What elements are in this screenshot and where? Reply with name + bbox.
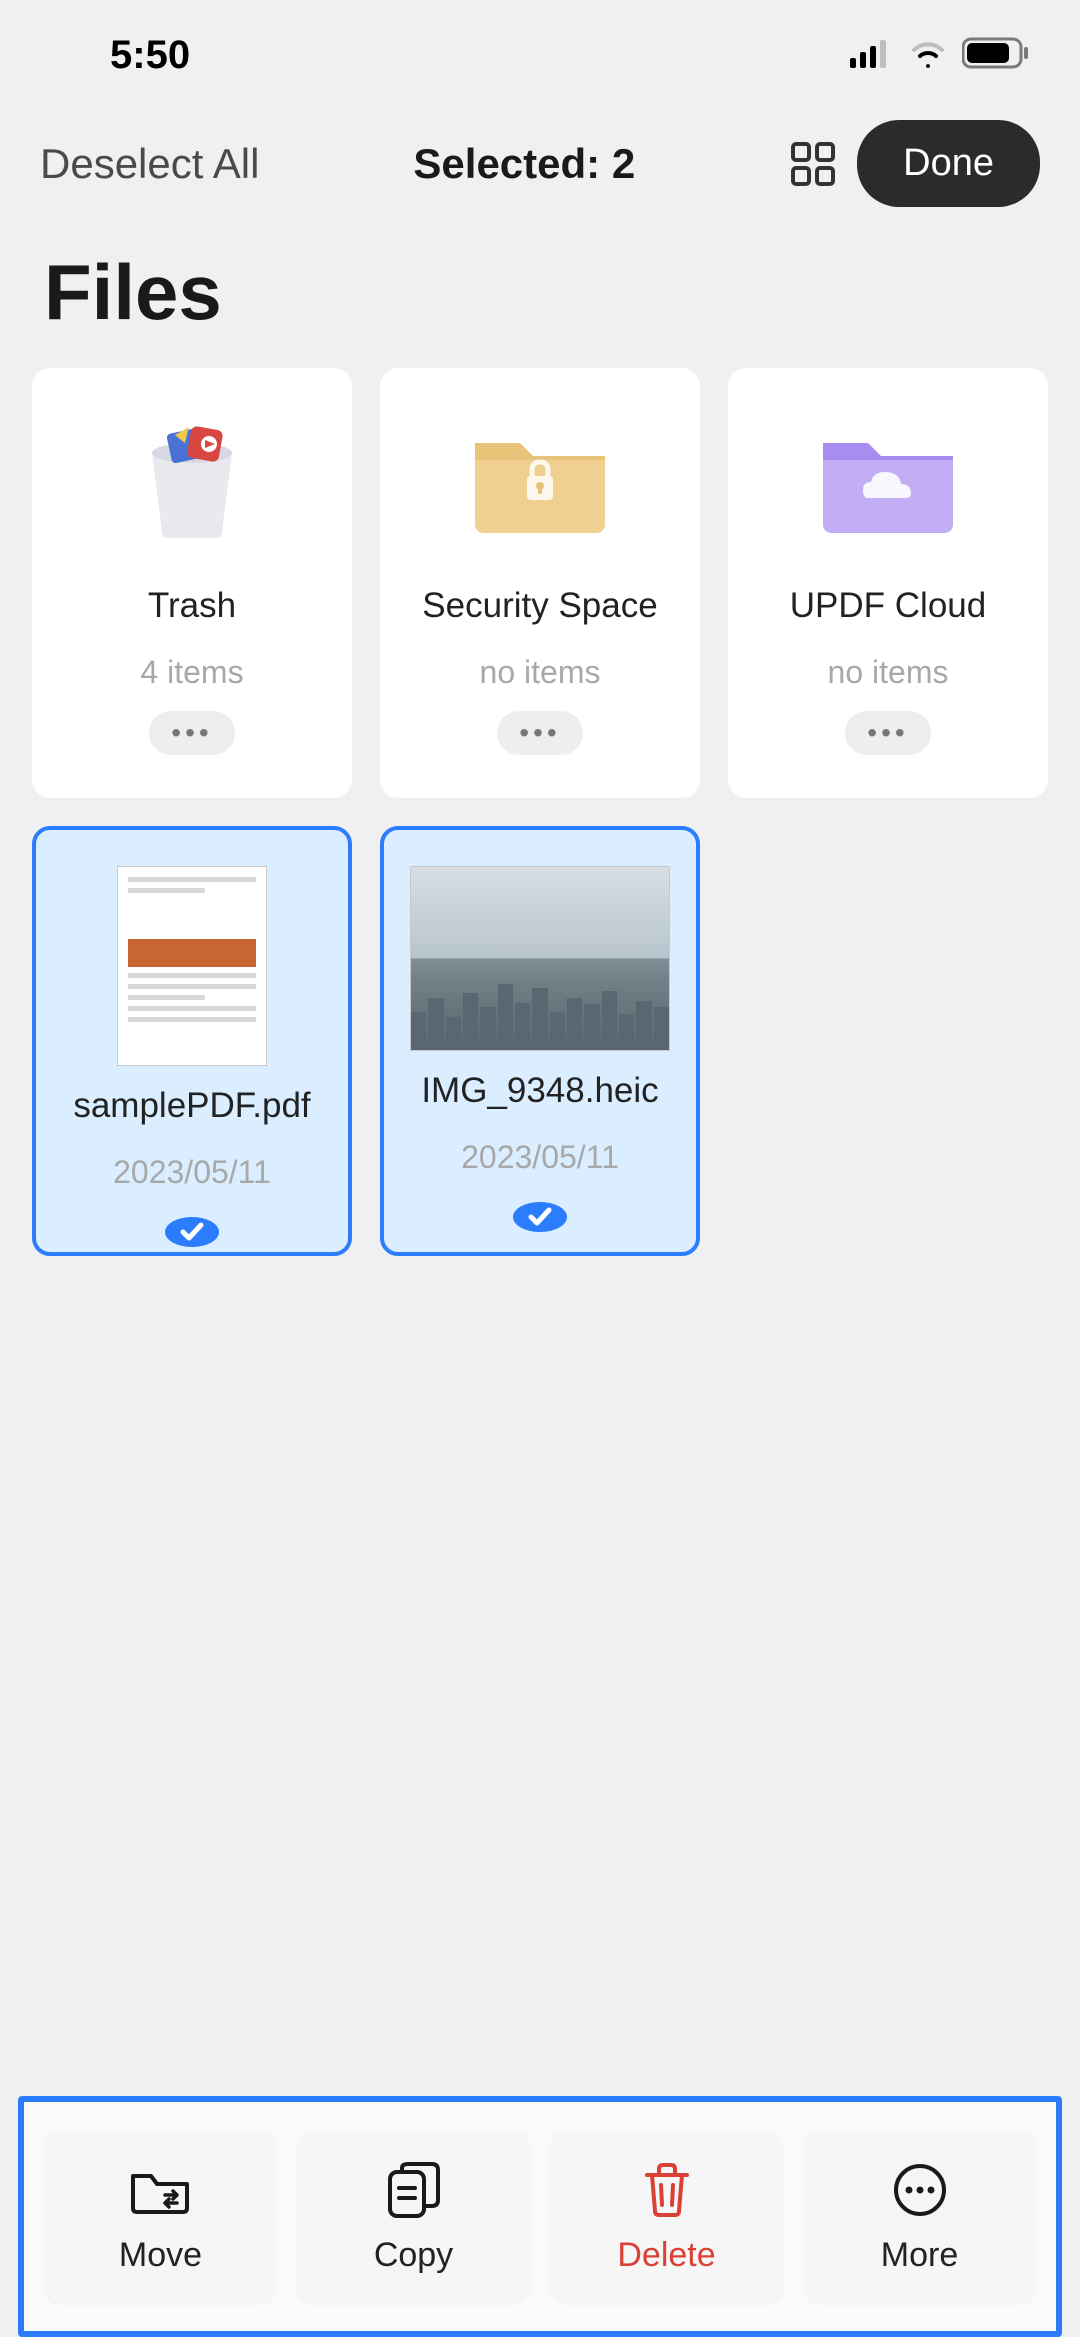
- selected-check-icon: [513, 1202, 567, 1232]
- file-date: 2023/05/11: [113, 1154, 271, 1191]
- more-button[interactable]: More: [803, 2130, 1036, 2303]
- wifi-icon: [908, 38, 948, 73]
- file-samplepdf[interactable]: samplePDF.pdf 2023/05/11: [32, 826, 352, 1256]
- image-thumbnail: [410, 866, 670, 1051]
- battery-icon: [962, 37, 1030, 74]
- deselect-all-button[interactable]: Deselect All: [40, 140, 259, 188]
- done-button[interactable]: Done: [857, 120, 1040, 207]
- folder-name: Trash: [148, 586, 236, 626]
- more-label: More: [881, 2236, 958, 2275]
- more-options-button[interactable]: •••: [497, 711, 582, 755]
- delete-button[interactable]: Delete: [550, 2130, 783, 2303]
- folder-trash[interactable]: Trash 4 items •••: [32, 368, 352, 798]
- more-circle-icon: [892, 2162, 948, 2218]
- folder-name: Security Space: [422, 586, 657, 626]
- file-date: 2023/05/11: [461, 1139, 619, 1176]
- folder-meta: no items: [480, 654, 601, 691]
- more-options-button[interactable]: •••: [845, 711, 930, 755]
- selection-toolbar: Deselect All Selected: 2 Done: [0, 100, 1080, 227]
- page-title: Files: [0, 227, 1080, 368]
- file-grid: Trash 4 items ••• Security Space no item…: [0, 368, 1080, 1256]
- pdf-thumbnail: [117, 866, 267, 1066]
- cloud-folder-icon: [813, 408, 963, 548]
- copy-button[interactable]: Copy: [297, 2130, 530, 2303]
- folder-meta: no items: [828, 654, 949, 691]
- action-bar-highlight: Move Copy: [18, 2096, 1062, 2337]
- file-img9348[interactable]: IMG_9348.heic 2023/05/11: [380, 826, 700, 1256]
- trash-folder-icon: [127, 408, 257, 548]
- copy-label: Copy: [374, 2236, 453, 2275]
- copy-icon: [386, 2162, 442, 2218]
- more-options-button[interactable]: •••: [149, 711, 234, 755]
- action-bar: Move Copy: [44, 2130, 1036, 2303]
- security-folder-icon: [465, 408, 615, 548]
- cellular-signal-icon: [850, 38, 894, 73]
- folder-security-space[interactable]: Security Space no items •••: [380, 368, 700, 798]
- move-label: Move: [119, 2236, 202, 2275]
- folder-meta: 4 items: [140, 654, 243, 691]
- file-name: samplePDF.pdf: [73, 1086, 310, 1126]
- delete-label: Delete: [617, 2236, 715, 2275]
- selected-check-icon: [165, 1217, 219, 1247]
- folder-updf-cloud[interactable]: UPDF Cloud no items •••: [728, 368, 1048, 798]
- file-name: IMG_9348.heic: [421, 1071, 658, 1111]
- status-bar: 5:50: [0, 0, 1080, 100]
- folder-name: UPDF Cloud: [790, 586, 986, 626]
- status-time: 5:50: [110, 33, 190, 78]
- selection-count-label: Selected: 2: [279, 140, 769, 188]
- delete-trash-icon: [641, 2162, 693, 2218]
- move-folder-icon: [129, 2162, 193, 2218]
- status-icons: [850, 37, 1030, 74]
- grid-view-button[interactable]: [789, 140, 837, 188]
- move-button[interactable]: Move: [44, 2130, 277, 2303]
